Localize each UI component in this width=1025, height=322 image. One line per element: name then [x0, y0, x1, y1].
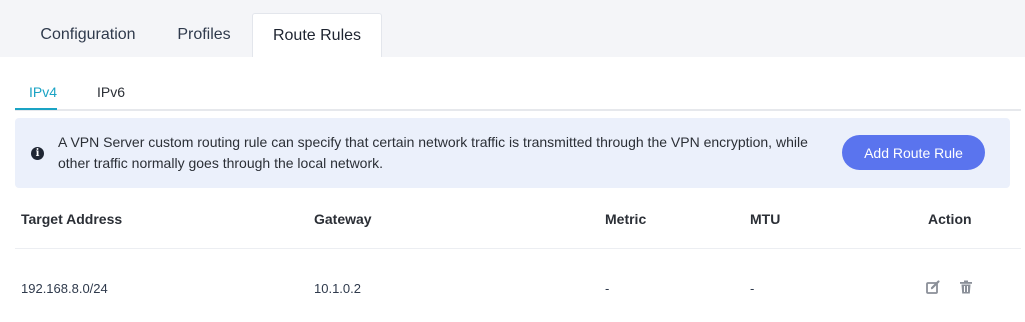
row-gateway: 10.1.0.2	[314, 281, 361, 296]
trash-icon[interactable]	[958, 279, 974, 295]
subtab-ipv4[interactable]: IPv4	[29, 84, 57, 100]
subtab-ipv6[interactable]: IPv6	[97, 84, 125, 100]
tab-configuration[interactable]: Configuration	[20, 13, 156, 57]
row-metric: -	[605, 281, 610, 296]
row-mtu: -	[750, 281, 755, 296]
table-header-divider	[15, 248, 1021, 249]
info-icon: i	[31, 147, 44, 160]
notice-text: A VPN Server custom routing rule can spe…	[58, 134, 808, 171]
tab-route-rules[interactable]: Route Rules	[252, 13, 382, 57]
column-header-gateway: Gateway	[314, 211, 372, 227]
column-header-mtu: MTU	[750, 211, 781, 227]
active-subtab-indicator	[15, 108, 57, 110]
edit-icon[interactable]	[925, 279, 941, 295]
column-header-target-address: Target Address	[21, 211, 123, 227]
ip-version-tabs: IPv4 IPv6	[15, 70, 1021, 111]
info-notice: i A VPN Server custom routing rule can s…	[15, 118, 1010, 188]
column-header-action: Action	[928, 211, 972, 227]
top-tab-bar: Configuration Profiles Route Rules	[0, 0, 1025, 57]
column-header-metric: Metric	[605, 211, 647, 227]
tab-profiles[interactable]: Profiles	[158, 13, 250, 57]
row-target-address: 192.168.8.0/24	[21, 281, 108, 296]
add-route-rule-button[interactable]: Add Route Rule	[842, 135, 985, 170]
